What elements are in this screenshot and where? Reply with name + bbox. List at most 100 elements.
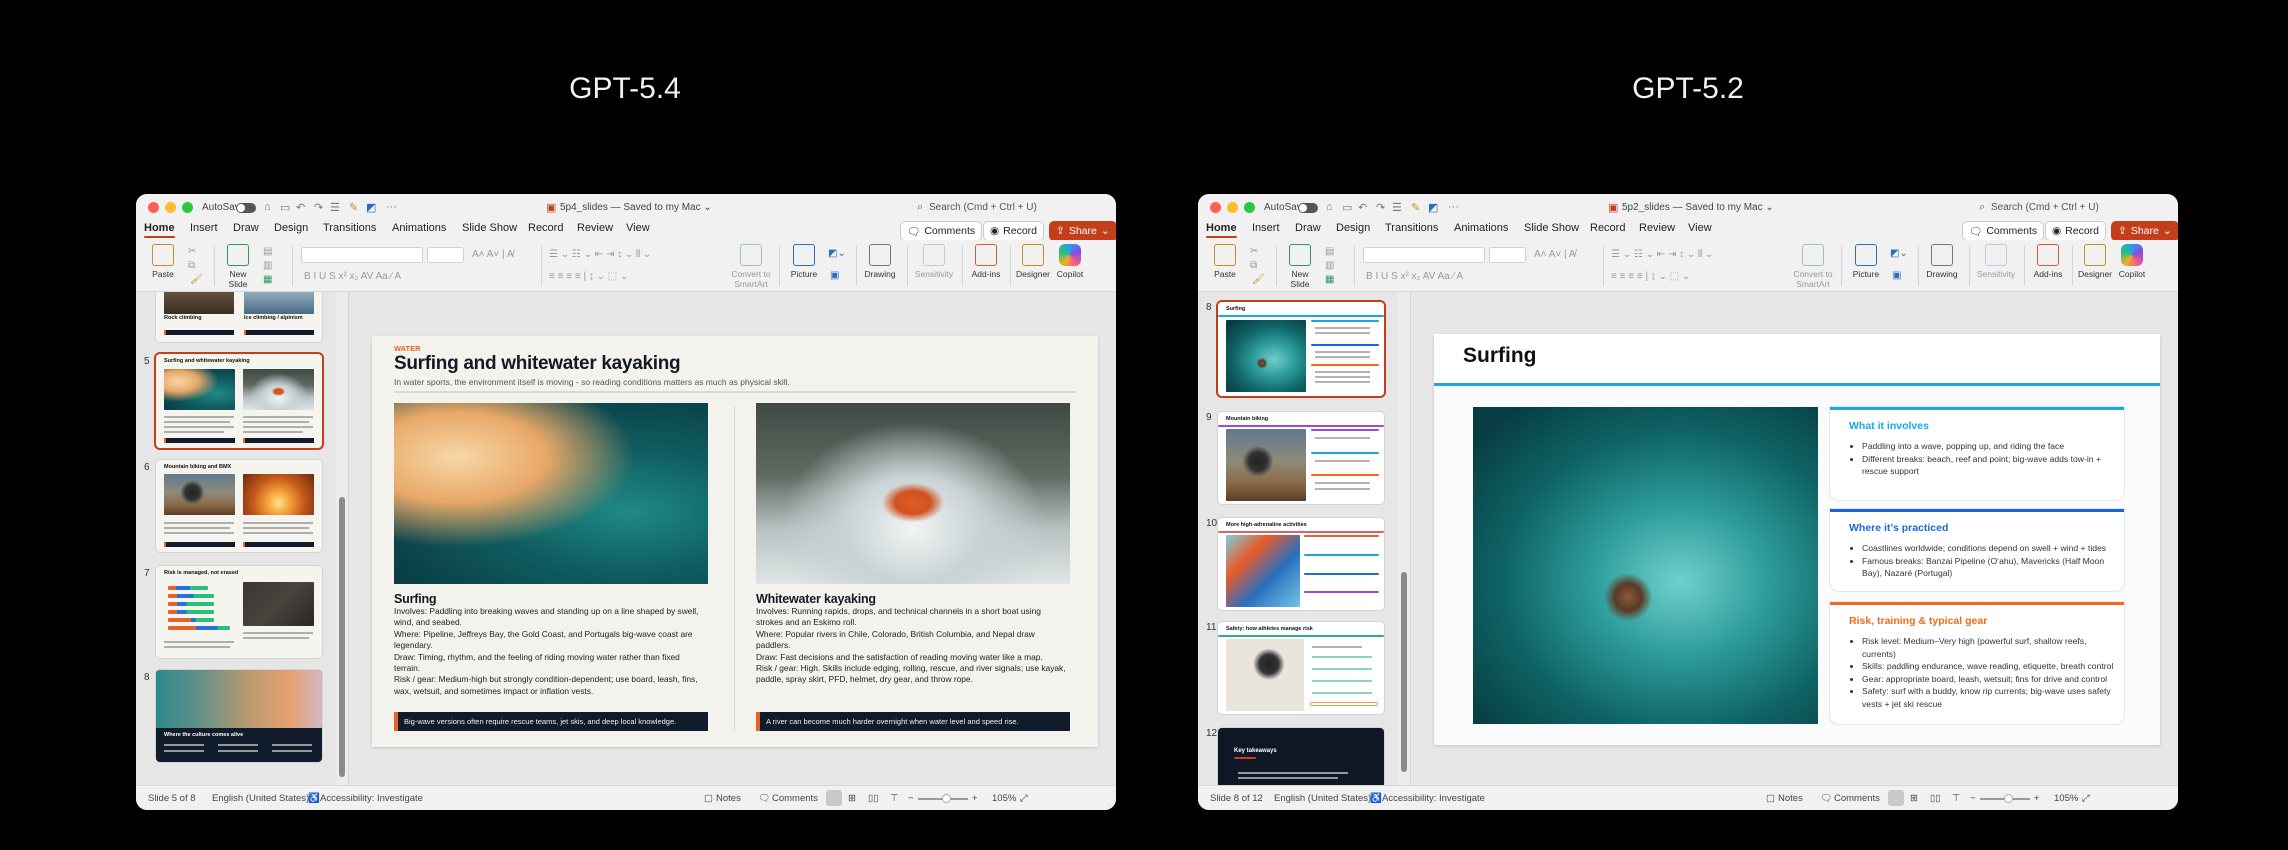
zoom-slider-knob[interactable] — [2003, 794, 2013, 803]
slide-thumbnail-9[interactable]: Mountain biking — [1218, 412, 1384, 504]
comments-button[interactable]: 🗨 Comments — [900, 221, 983, 241]
slide-sorter-view-button[interactable]: ⊞ — [848, 793, 856, 804]
kayaking-photo[interactable] — [756, 403, 1070, 584]
language-indicator[interactable]: English (United States) — [1274, 793, 1371, 804]
minimize-window-button[interactable] — [165, 202, 176, 213]
paragraph-align-icons[interactable]: ≡ ≡ ≡ ≡ | ↨ ⌄ ⬚ ⌄ — [549, 271, 628, 282]
tab-home[interactable]: Home — [144, 222, 175, 238]
scrollbar-thumb[interactable] — [1401, 572, 1407, 772]
language-indicator[interactable]: English (United States) — [212, 793, 309, 804]
reset-icon[interactable]: ▥ — [1325, 260, 1334, 271]
notes-button[interactable]: Notes — [1778, 793, 1803, 804]
tab-design[interactable]: Design — [1336, 222, 1370, 234]
fit-slide-icon[interactable]: ⤢ — [2082, 793, 2090, 804]
list-icons[interactable]: ☰ ⌄ ☷ ⌄ ⇤ ⇥ ↕ ⌄ ⫴ ⌄ — [549, 249, 651, 260]
tab-home[interactable]: Home — [1206, 222, 1237, 238]
slideshow-view-button[interactable]: ⊤ — [1952, 793, 1960, 804]
designer-button[interactable]: Designer — [2076, 244, 2114, 279]
layout-icon[interactable]: ▤ — [263, 246, 272, 257]
text-format-icons[interactable]: B I U S x² x₂ AV Aa ∕ A — [304, 271, 401, 282]
tab-view[interactable]: View — [1688, 222, 1712, 234]
tab-transitions[interactable]: Transitions — [1385, 222, 1438, 234]
section-icon[interactable]: ▦ — [1325, 274, 1334, 285]
zoom-in-button[interactable]: + — [972, 793, 978, 804]
format-painter-icon[interactable]: ✎ — [1411, 201, 1420, 214]
slide-canvas[interactable]: WATER Surfing and whitewater kayaking In… — [372, 336, 1098, 747]
comments-button[interactable]: 🗨 Comments — [1962, 221, 2045, 241]
format-painter-icon[interactable]: ✎ — [349, 201, 358, 214]
copilot-button[interactable]: Copilot — [1053, 244, 1087, 279]
slide-editor[interactable]: WATER Surfing and whitewater kayaking In… — [348, 292, 1116, 785]
font-size-select[interactable] — [1489, 247, 1526, 263]
designer-button[interactable]: Designer — [1014, 244, 1052, 279]
drawing-button[interactable]: Drawing — [862, 244, 898, 279]
tab-slide-show[interactable]: Slide Show — [462, 222, 517, 234]
sensitivity-button[interactable]: Sensitivity — [912, 244, 956, 279]
save-icon[interactable]: ▭ — [1342, 201, 1352, 214]
zoom-in-button[interactable]: + — [2034, 793, 2040, 804]
home-icon[interactable]: ⌂ — [264, 201, 271, 213]
list-icons[interactable]: ☰ ⌄ ☷ ⌄ ⇤ ⇥ ↕ ⌄ ⫴ ⌄ — [1611, 249, 1713, 260]
drawing-button[interactable]: Drawing — [1924, 244, 1960, 279]
cut-icon[interactable]: ✂ — [188, 246, 196, 257]
textbox-icon[interactable]: ▣ — [1892, 270, 1901, 281]
redo-icon[interactable]: ↷ — [314, 201, 323, 214]
slide-thumbnails-pane[interactable]: 8 Surfing 9 Mountain biking 10 More high… — [1198, 292, 1398, 785]
share-button[interactable]: ⇪ Share ⌄ — [1049, 221, 1116, 241]
reset-icon[interactable]: ▥ — [263, 260, 272, 271]
font-size-select[interactable] — [427, 247, 464, 263]
slideshow-view-button[interactable]: ⊤ — [890, 793, 898, 804]
convert-smartart-button[interactable]: Convert to SmartArt — [726, 244, 776, 289]
new-slide-button[interactable]: New Slide — [220, 244, 256, 289]
zoom-level[interactable]: 105% — [2054, 793, 2078, 804]
tab-draw[interactable]: Draw — [233, 222, 259, 234]
tab-slide-show[interactable]: Slide Show — [1524, 222, 1579, 234]
more-icon[interactable]: ··· — [386, 201, 397, 213]
shapes-icon[interactable]: ◩ — [1428, 201, 1438, 214]
tab-review[interactable]: Review — [577, 222, 613, 234]
notes-button[interactable]: Notes — [716, 793, 741, 804]
text-format-icons[interactable]: B I U S x² x₂ AV Aa ∕ A — [1366, 271, 1463, 282]
zoom-out-button[interactable]: − — [908, 793, 914, 804]
autosave-toggle[interactable] — [236, 203, 256, 213]
zoom-out-button[interactable]: − — [1970, 793, 1976, 804]
thumbnail-scrollbar[interactable] — [1398, 292, 1410, 785]
save-icon[interactable]: ▭ — [280, 201, 290, 214]
tab-insert[interactable]: Insert — [1252, 222, 1280, 234]
font-size-controls-icon[interactable]: A˄ A˅ | A̸ — [1534, 249, 1576, 260]
minimize-window-button[interactable] — [1227, 202, 1238, 213]
picture-button[interactable]: Picture — [1848, 244, 1884, 279]
sensitivity-button[interactable]: Sensitivity — [1974, 244, 2018, 279]
surfing-photo[interactable] — [1473, 407, 1818, 724]
tab-draw[interactable]: Draw — [1295, 222, 1321, 234]
shapes-icon[interactable]: ◩ — [366, 201, 376, 214]
surfing-photo[interactable] — [394, 403, 708, 584]
search-box[interactable]: Search (Cmd + Ctrl + U) — [929, 202, 1037, 213]
undo-icon[interactable]: ↶ — [296, 201, 305, 214]
shapes-icon[interactable]: ◩⌄ — [828, 248, 846, 259]
normal-view-button[interactable] — [1888, 790, 1904, 806]
redo-icon[interactable]: ↷ — [1376, 201, 1385, 214]
close-window-button[interactable] — [1210, 202, 1221, 213]
slide-thumbnail-5[interactable]: Surfing and whitewater kayaking — [156, 354, 322, 448]
cut-icon[interactable]: ✂ — [1250, 246, 1258, 257]
align-icon[interactable]: ☰ — [330, 201, 340, 214]
tab-record[interactable]: Record — [1590, 222, 1625, 234]
close-window-button[interactable] — [148, 202, 159, 213]
slide-thumbnail-8[interactable]: Surfing — [1218, 302, 1384, 396]
slide-thumbnail-10[interactable]: More high-adrenaline activities — [1218, 518, 1384, 610]
reading-view-button[interactable]: ▯▯ — [868, 793, 878, 804]
font-name-select[interactable] — [301, 247, 423, 263]
document-title[interactable]: 5p2_slides — Saved to my Mac ⌄ — [1622, 202, 1774, 213]
record-button[interactable]: ◉ Record — [2045, 221, 2107, 241]
search-box[interactable]: Search (Cmd + Ctrl + U) — [1991, 202, 2099, 213]
font-name-select[interactable] — [1363, 247, 1485, 263]
add-ins-button[interactable]: Add-ins — [2030, 244, 2066, 279]
slide-thumbnail-11[interactable]: Safety: how athletes manage risk — [1218, 622, 1384, 714]
paste-button[interactable]: Paste — [146, 244, 180, 279]
home-icon[interactable]: ⌂ — [1326, 201, 1333, 213]
copilot-button[interactable]: Copilot — [2115, 244, 2149, 279]
format-painter-icon[interactable]: 🖌 — [190, 274, 203, 285]
format-painter-icon[interactable]: 🖌 — [1252, 274, 1265, 285]
undo-icon[interactable]: ↶ — [1358, 201, 1367, 214]
